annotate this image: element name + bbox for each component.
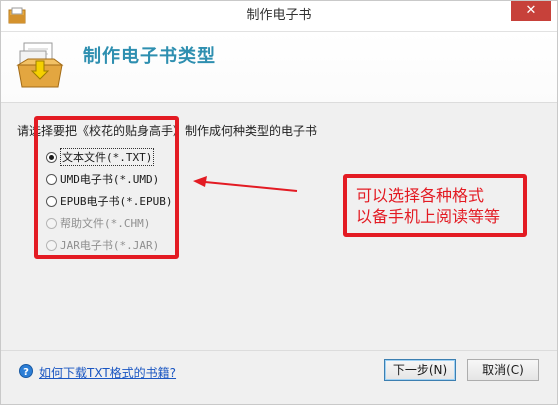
highlight-box [34, 116, 179, 259]
window-title: 制作电子书 [246, 8, 312, 23]
page-title: 制作电子书类型 [83, 46, 216, 67]
annotation-line-2: 以备手机上阅读等等 [356, 207, 501, 226]
annotation-line-1: 可以选择各种格式 [356, 186, 485, 205]
svg-text:?: ? [23, 367, 29, 378]
help-link[interactable]: 如何下载TXT格式的书籍? [39, 364, 176, 381]
close-button[interactable]: ✕ [511, 1, 551, 21]
help-icon: ? [19, 364, 33, 378]
footer-divider [1, 350, 557, 351]
arrow-icon [193, 176, 298, 192]
box-folder-icon [16, 42, 64, 88]
annotation-callout: 可以选择各种格式 以备手机上阅读等等 [343, 174, 527, 237]
next-button[interactable]: 下一步(N) [384, 359, 456, 381]
dialog-window: 制作电子书 ✕ 制作电子书类型 请选择要把《校花的贴身高手》制作成何种类型的电子… [0, 0, 558, 405]
title-bar[interactable]: 制作电子书 ✕ [1, 1, 557, 32]
wizard-header: 制作电子书类型 [1, 32, 557, 103]
cancel-button[interactable]: 取消(C) [467, 359, 539, 381]
